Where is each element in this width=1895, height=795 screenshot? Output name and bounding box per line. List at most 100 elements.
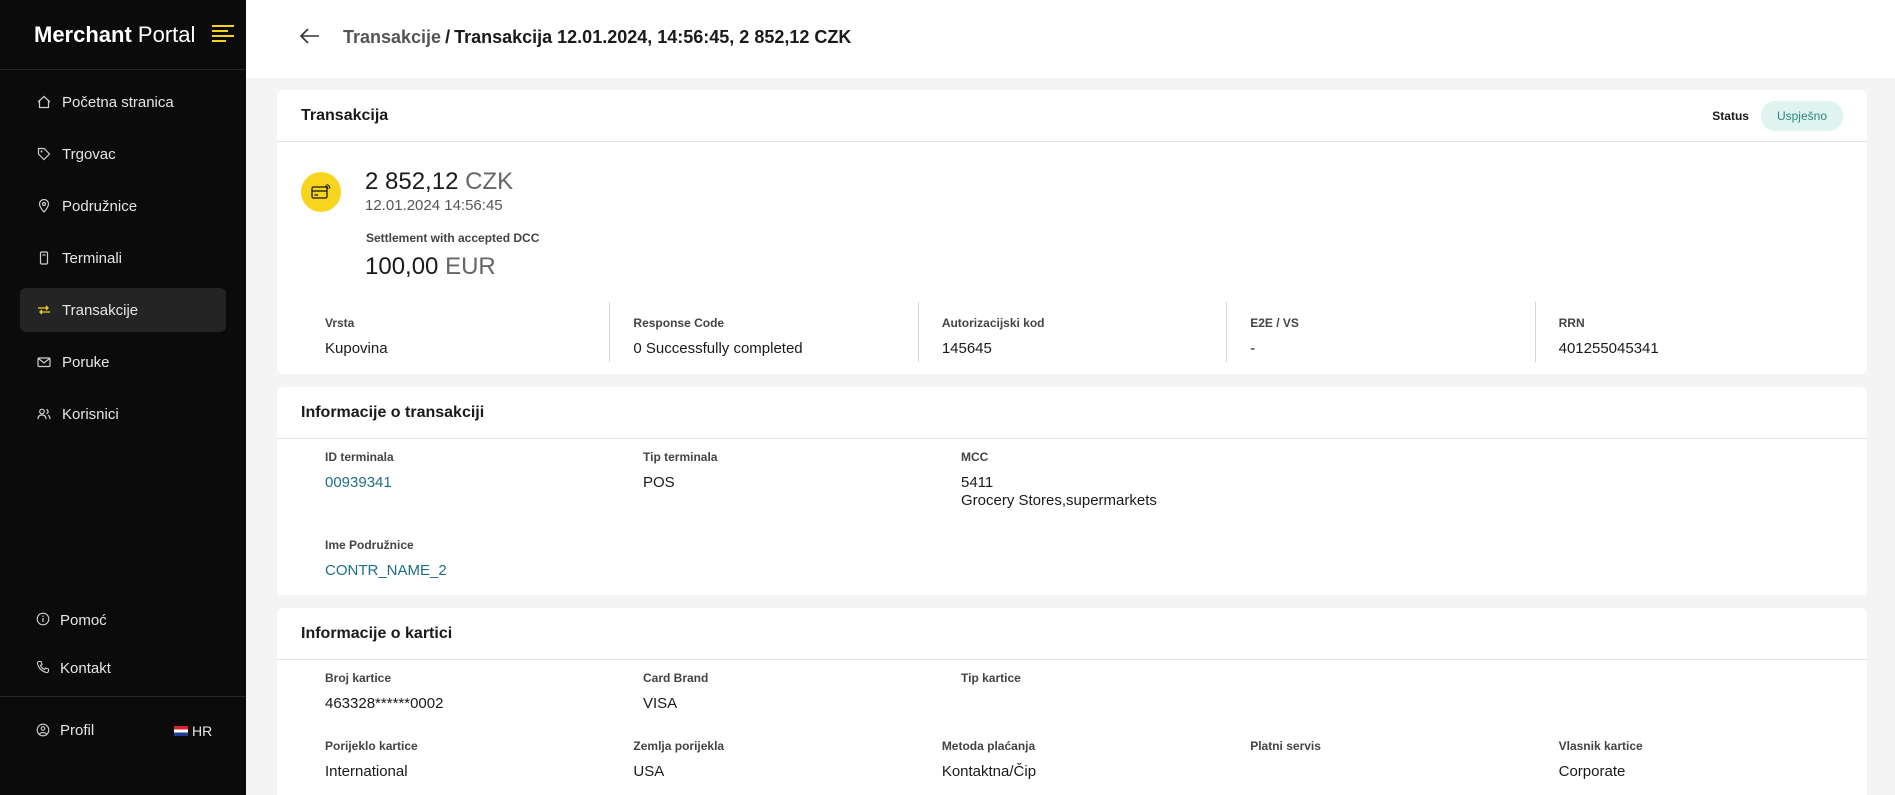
field-value: -: [1250, 340, 1256, 357]
field-rrn: RRN 401255045341: [1534, 302, 1843, 362]
language-selector[interactable]: HR: [174, 723, 212, 739]
sidebar-item-label: Poruke: [62, 353, 110, 371]
breadcrumb: Transakcije / Transakcija 12.01.2024, 14:5…: [343, 27, 851, 48]
transaction-datetime: 12.01.2024 14:56:45: [365, 197, 503, 214]
terminal-device-icon: [36, 250, 52, 266]
sidebar-item-label: Kontakt: [60, 659, 111, 677]
mcc-description: Grocery Stores,supermarkets: [961, 492, 1157, 509]
field-tip-terminala: Tip terminala POS: [619, 450, 937, 510]
card-title: Transakcija: [301, 106, 389, 124]
field-vlasnik-kartice: Vlasnik kartice Corporate: [1535, 739, 1843, 781]
dcc-label: Settlement with accepted DCC: [366, 231, 540, 245]
card-title: Informacije o kartici: [301, 624, 453, 642]
field-label: Vlasnik kartice: [1558, 739, 1643, 753]
phone-icon: [36, 660, 52, 676]
sidebar-item-label: Terminali: [62, 249, 123, 267]
transaction-info-row-1: ID terminala 00939341 Tip terminala POS …: [301, 450, 1843, 510]
card-info-row-1: Broj kartice 463328******0002 Card Brand…: [301, 671, 1843, 713]
field-id-terminala: ID terminala 00939341: [301, 450, 619, 510]
status-badge: Uspješno: [1760, 101, 1843, 131]
profile-row: Profil HR: [0, 696, 246, 764]
field-label: Card Brand: [643, 671, 709, 685]
profile-icon: [36, 723, 52, 739]
breadcrumb-separator: /: [445, 27, 451, 47]
field-label: Zemlja porijekla: [633, 739, 725, 753]
sidebar-item-podruznice[interactable]: Podružnice: [20, 184, 226, 228]
field-response-code: Response Code 0 Successfully completed: [609, 302, 917, 362]
transfer-arrows-icon: [36, 302, 52, 318]
field-label: Porijeklo kartice: [325, 739, 418, 753]
profile-link[interactable]: Profil: [60, 722, 94, 739]
brand: Merchant Portal: [0, 0, 246, 70]
field-value: VISA: [643, 695, 678, 712]
card-info-card: Informacije o kartici Broj kartice 46332…: [277, 608, 1867, 795]
location-pin-icon: [36, 198, 52, 214]
brand-name-bold: Merchant: [34, 21, 132, 47]
field-vrsta: Vrsta Kupovina: [301, 316, 609, 358]
field-label: Metoda plaćanja: [941, 739, 1036, 753]
sidebar-item-label: Podružnice: [62, 197, 138, 215]
field-label: Tip terminala: [643, 450, 718, 464]
sidebar-item-pocetna[interactable]: Početna stranica: [20, 80, 226, 124]
sidebar-item-korisnici[interactable]: Korisnici: [20, 392, 226, 436]
sidebar-item-label: Pomoć: [60, 611, 107, 629]
transaction-amount: 2 852,12 CZK: [365, 168, 513, 196]
sidebar-item-terminali[interactable]: Terminali: [20, 236, 226, 280]
field-value: 0 Successfully completed: [633, 340, 803, 357]
field-value: 401255045341: [1558, 340, 1659, 357]
field-label: RRN: [1558, 316, 1585, 330]
language-code: HR: [192, 723, 213, 739]
terminal-id-link[interactable]: 00939341: [325, 474, 619, 492]
card-info-row-2: Porijeklo kartice International Zemlja p…: [301, 739, 1843, 781]
field-tip-kartice: Tip kartice: [937, 671, 1255, 713]
field-label: E2E / VS: [1250, 316, 1299, 330]
sidebar-item-pomoc[interactable]: Pomoć: [0, 596, 246, 644]
field-label: MCC: [961, 450, 989, 464]
sidebar-item-transakcije[interactable]: Transakcije: [20, 288, 226, 332]
field-label: Broj kartice: [325, 671, 392, 685]
field-label: ID terminala: [325, 450, 394, 464]
mail-icon: [36, 354, 52, 370]
field-broj-kartice: Broj kartice 463328******0002: [301, 671, 619, 713]
brand-name-light: Portal: [131, 21, 196, 47]
menu-toggle-icon[interactable]: [212, 25, 234, 43]
field-value: Kupovina: [325, 340, 388, 357]
field-label: Ime Podružnice: [325, 538, 414, 552]
field-autorizacijski-kod: Autorizacijski kod 145645: [917, 302, 1226, 362]
back-arrow-icon[interactable]: [298, 24, 322, 48]
card-title: Informacije o transakciji: [301, 403, 485, 421]
field-metoda-placanja: Metoda plaćanja Kontaktna/Čip: [918, 739, 1226, 781]
field-value: Kontaktna/Čip: [941, 763, 1037, 780]
card-payment-icon: [301, 172, 341, 212]
dcc-amount: 100,00 EUR: [365, 253, 496, 281]
field-value: POS: [643, 474, 675, 491]
breadcrumb-link[interactable]: Transakcije: [343, 27, 441, 47]
sidebar-item-label: Trgovac: [62, 145, 116, 163]
field-value: 463328******0002: [325, 695, 444, 712]
field-zemlja-porijekla: Zemlja porijekla USA: [609, 739, 917, 781]
field-label: Response Code: [633, 316, 725, 330]
croatia-flag-icon: [174, 726, 188, 736]
sidebar-item-poruke[interactable]: Poruke: [20, 340, 226, 384]
amount-value: 2 852,12: [365, 168, 459, 195]
field-ime-podruznice: Ime Podružnice CONTR_NAME_2: [301, 538, 619, 580]
sidebar: Merchant Portal Početna stranica Trgovac…: [0, 0, 246, 795]
sidebar-item-trgovac[interactable]: Trgovac: [20, 132, 226, 176]
mcc-code: 5411: [961, 474, 994, 491]
dcc-amount-value: 100,00: [365, 253, 439, 280]
field-label: Vrsta: [325, 316, 355, 330]
field-value: 5411 Grocery Stores,supermarkets: [961, 474, 1255, 510]
sidebar-item-label: Korisnici: [62, 405, 119, 423]
transaction-info-row-2: Ime Podružnice CONTR_NAME_2: [301, 538, 1843, 580]
field-value: International: [325, 763, 408, 780]
transaction-details-row: Vrsta Kupovina Response Code 0 Successfu…: [301, 302, 1843, 362]
field-mcc: MCC 5411 Grocery Stores,supermarkets: [937, 450, 1255, 510]
transaction-info-header: Informacije o transakciji: [277, 387, 1867, 439]
branch-link[interactable]: CONTR_NAME_2: [325, 562, 619, 580]
sidebar-item-kontakt[interactable]: Kontakt: [0, 644, 246, 692]
field-label: Tip kartice: [961, 671, 1021, 685]
transaction-card-header: Transakcija Status Uspješno: [277, 90, 1867, 142]
page-header: Transakcije / Transakcija 12.01.2024, 14:5…: [246, 0, 1895, 78]
field-value: 145645: [941, 340, 992, 357]
brand-logo[interactable]: Merchant Portal: [34, 22, 195, 48]
